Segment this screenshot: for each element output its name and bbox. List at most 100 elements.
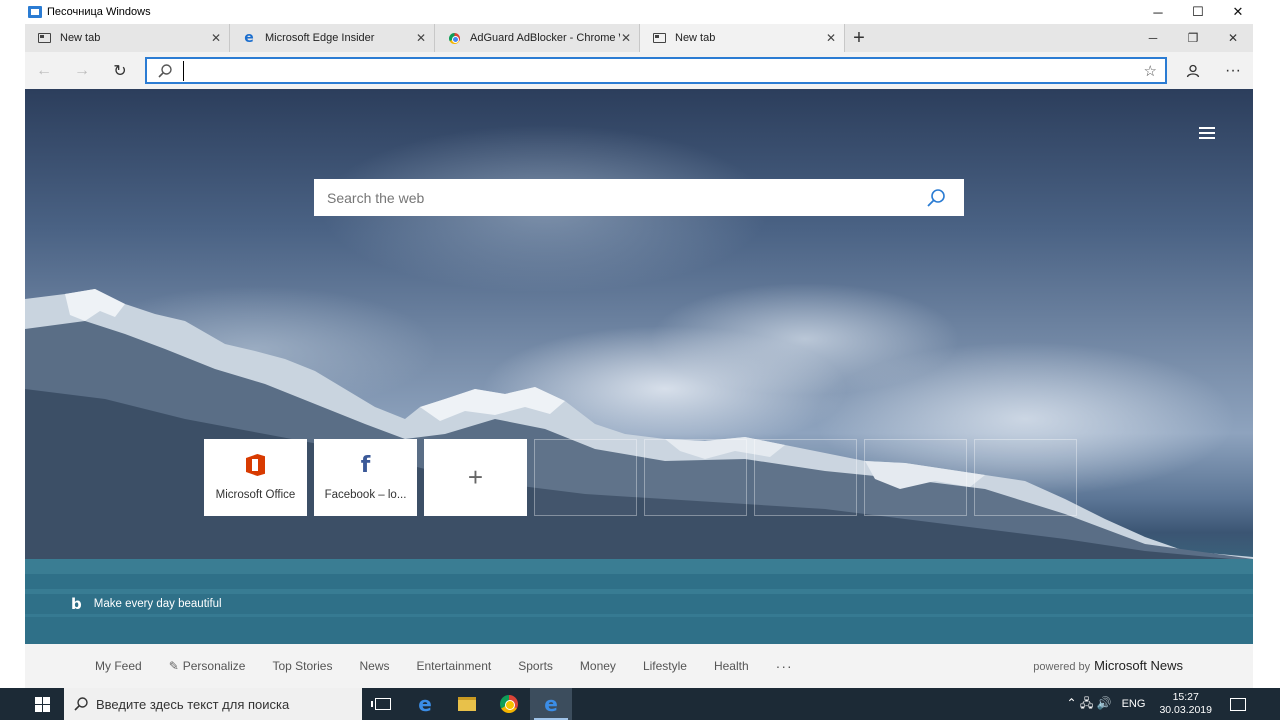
news-tab-money[interactable]: Money	[580, 659, 616, 673]
tab-label: Microsoft Edge Insider	[265, 32, 375, 44]
tray-icons[interactable]: ⌃ 🖧 🔊	[1067, 694, 1112, 715]
empty-top-site-slot	[754, 439, 857, 516]
mountain-background-image	[25, 289, 1253, 644]
office-icon	[246, 454, 265, 476]
clock[interactable]: 15:27 30.03.2019	[1159, 691, 1212, 717]
news-tab-my-feed[interactable]: My Feed	[95, 659, 142, 673]
edge-close-button[interactable]: ✕	[1213, 24, 1253, 52]
top-site-microsoft-office[interactable]: Microsoft Office	[204, 439, 307, 516]
tab-close-icon[interactable]: ✕	[621, 31, 631, 45]
search-icon[interactable]	[926, 188, 946, 208]
page-icon	[37, 33, 51, 44]
empty-top-site-slot	[864, 439, 967, 516]
task-view-button[interactable]	[362, 688, 404, 720]
top-sites: Microsoft Office f Facebook – lo... +	[204, 439, 1077, 516]
tab-new-tab-active[interactable]: New tab ✕	[640, 24, 845, 52]
page-icon	[652, 33, 666, 44]
new-tab-button[interactable]: +	[845, 24, 873, 52]
new-tab-page: Microsoft Office f Facebook – lo... + b …	[25, 89, 1253, 644]
tab-microsoft-edge-insider[interactable]: e Microsoft Edge Insider ✕	[230, 24, 435, 52]
edge-icon: e	[244, 29, 254, 46]
profile-icon	[1186, 64, 1200, 77]
taskbar: Введите здесь текст для поиска e e ⌃ 🖧 🔊…	[0, 688, 1280, 720]
left-margin	[0, 24, 25, 688]
tab-label: AdGuard AdBlocker - Chrome Web Store	[470, 32, 620, 44]
address-bar[interactable]: ☆	[145, 57, 1167, 84]
top-site-label: Facebook – lo...	[324, 489, 407, 501]
news-tab-personalize[interactable]: ✎ Personalize	[169, 659, 246, 673]
sandbox-maximize-button[interactable]: ☐	[1178, 0, 1218, 24]
clock-date: 30.03.2019	[1159, 704, 1212, 716]
facebook-icon: f	[360, 452, 371, 478]
add-top-site-button[interactable]: +	[424, 439, 527, 516]
pencil-icon: ✎	[168, 659, 179, 673]
search-icon	[155, 61, 175, 81]
bing-caption-text: Make every day beautiful	[93, 598, 222, 610]
bing-image-caption[interactable]: b Make every day beautiful	[71, 595, 222, 613]
profile-button[interactable]	[1173, 52, 1213, 89]
empty-top-site-slot	[644, 439, 747, 516]
tab-close-icon[interactable]: ✕	[416, 31, 426, 45]
taskbar-search-box[interactable]: Введите здесь текст для поиска	[64, 688, 362, 720]
start-button[interactable]	[25, 688, 59, 720]
tab-close-icon[interactable]: ✕	[211, 31, 221, 45]
news-tab-entertainment[interactable]: Entertainment	[417, 659, 492, 673]
tab-new-tab-1[interactable]: New tab ✕	[25, 24, 230, 52]
edge-icon: e	[418, 692, 432, 716]
search-icon	[74, 697, 88, 711]
powered-by-brand: Microsoft News	[1094, 658, 1183, 673]
tab-adguard[interactable]: AdGuard AdBlocker - Chrome Web Store ✕	[435, 24, 640, 52]
top-site-facebook[interactable]: f Facebook – lo...	[314, 439, 417, 516]
taskbar-chrome-canary-button[interactable]	[488, 688, 530, 720]
top-site-label: Microsoft Office	[215, 489, 296, 501]
powered-by-microsoft-news[interactable]: powered by Microsoft News	[1033, 658, 1183, 673]
news-bar: My Feed ✎ Personalize Top Stories News En…	[25, 644, 1253, 688]
tab-label: New tab	[675, 32, 716, 44]
chrome-web-store-icon	[447, 32, 461, 44]
news-tab-news[interactable]: News	[359, 659, 389, 673]
favorite-star-icon[interactable]: ☆	[1144, 62, 1157, 80]
chrome-canary-icon	[500, 695, 518, 713]
system-tray: ⌃ 🖧 🔊 ENG 15:27 30.03.2019	[1067, 688, 1280, 720]
sandbox-minimize-button[interactable]: ─	[1138, 0, 1178, 24]
folder-icon	[458, 697, 476, 711]
tab-close-icon[interactable]: ✕	[826, 31, 836, 45]
powered-by-prefix: powered by	[1033, 661, 1091, 673]
settings-more-button[interactable]: ···	[1213, 52, 1253, 89]
windows-logo-icon	[34, 696, 50, 712]
news-tab-sports[interactable]: Sports	[518, 659, 553, 673]
task-view-icon	[371, 698, 391, 710]
news-tab-health[interactable]: Health	[714, 659, 749, 673]
action-center-icon[interactable]	[1230, 697, 1246, 711]
clock-time: 15:27	[1172, 691, 1199, 703]
taskbar-edge-button[interactable]: e	[404, 688, 446, 720]
page-settings-menu-icon[interactable]	[1199, 127, 1215, 139]
news-tab-top-stories[interactable]: Top Stories	[272, 659, 332, 673]
empty-top-site-slot	[974, 439, 1077, 516]
edge-minimize-button[interactable]: ─	[1133, 24, 1173, 52]
taskbar-file-explorer-button[interactable]	[446, 688, 488, 720]
sandbox-title: Песочница Windows	[47, 6, 151, 18]
navigation-bar: ← → ↻ ☆ ···	[25, 52, 1253, 89]
refresh-button[interactable]: ↻	[101, 52, 139, 89]
input-language[interactable]: ENG	[1122, 698, 1146, 710]
plus-icon: +	[467, 462, 484, 492]
edge-restore-button[interactable]: ❐	[1173, 24, 1213, 52]
right-margin	[1253, 24, 1280, 688]
tab-label: New tab	[60, 32, 101, 44]
forward-button[interactable]: →	[63, 52, 101, 89]
sandbox-title-bar: Песочница Windows ─ ☐ ✕	[0, 0, 1280, 24]
back-button[interactable]: ←	[25, 52, 63, 89]
web-search-box[interactable]	[314, 179, 964, 216]
sandbox-close-button[interactable]: ✕	[1218, 0, 1258, 24]
tab-strip: New tab ✕ e Microsoft Edge Insider ✕ AdG…	[25, 24, 1253, 52]
taskbar-edge-insider-button[interactable]: e	[530, 688, 572, 720]
news-more-button[interactable]: ···	[776, 658, 793, 674]
news-tab-label: Personalize	[182, 659, 246, 673]
empty-top-site-slot	[534, 439, 637, 516]
address-input[interactable]	[183, 60, 1123, 81]
sandbox-logo-icon	[28, 6, 42, 18]
news-tab-lifestyle[interactable]: Lifestyle	[643, 659, 687, 673]
edge-icon: e	[544, 692, 558, 716]
web-search-input[interactable]	[327, 189, 907, 206]
